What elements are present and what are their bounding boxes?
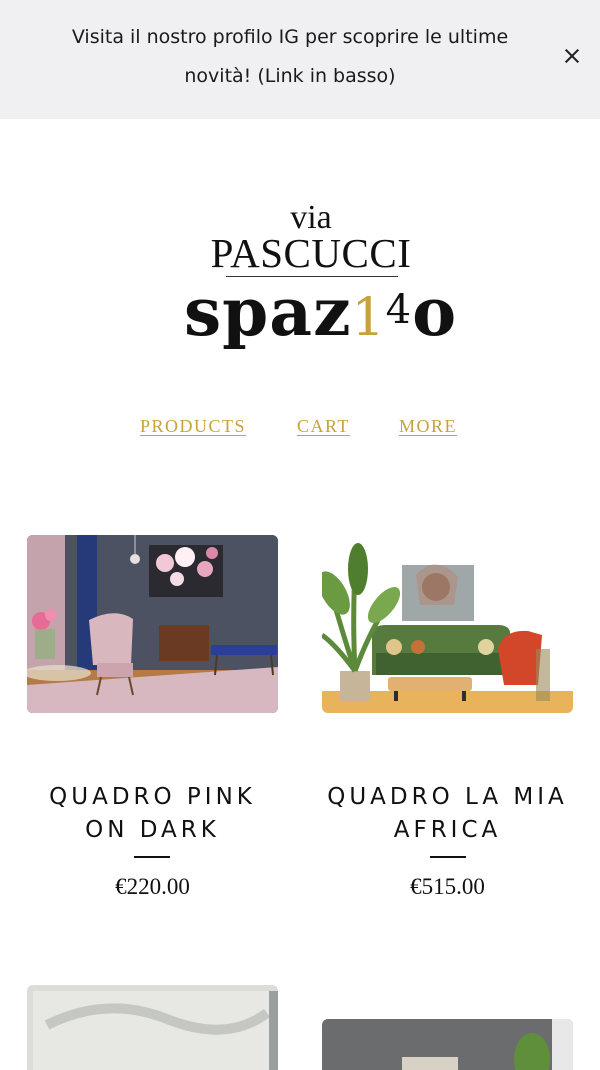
product-image-next-1[interactable] <box>27 985 278 1070</box>
nav-cart-link[interactable]: CART <box>297 416 350 437</box>
logo-o: o <box>412 273 458 351</box>
product-title[interactable]: QUADRO PINK ON DARK <box>27 781 278 847</box>
logo-number-1: 1 <box>351 288 386 348</box>
nav-more-link[interactable]: MORE <box>399 416 457 437</box>
logo-pascucci: PASCUCCI <box>210 230 412 276</box>
product-image-pink-on-dark[interactable] <box>27 535 278 713</box>
announcement-banner: Visita il nostro profilo IG per scoprire… <box>0 0 600 119</box>
room-photo <box>322 535 573 713</box>
painting-photo <box>27 985 278 1070</box>
close-icon[interactable] <box>560 44 584 68</box>
nav-products-link[interactable]: PRODUCTS <box>140 416 246 437</box>
product-divider <box>134 856 170 858</box>
main-nav: PRODUCTS CART MORE <box>0 416 600 442</box>
room-photo <box>322 1019 573 1070</box>
product-price: €515.00 <box>410 874 485 899</box>
logo-spazio: spaz14o <box>184 273 456 351</box>
product-image-la-mia-africa[interactable] <box>322 535 573 713</box>
announcement-text: Visita il nostro profilo IG per scoprire… <box>71 26 509 87</box>
product-image-next-2[interactable] <box>322 1019 573 1070</box>
product-title[interactable]: QUADRO LA MIA AFRICA <box>322 781 573 847</box>
site-logo[interactable]: via PASCUCCI spaz14o <box>180 195 456 360</box>
room-photo <box>27 535 278 713</box>
product-price: €220.00 <box>115 874 190 899</box>
logo-spaz: spaz <box>184 273 352 351</box>
logo-number-4: 4 <box>385 287 413 333</box>
product-divider <box>430 856 466 858</box>
